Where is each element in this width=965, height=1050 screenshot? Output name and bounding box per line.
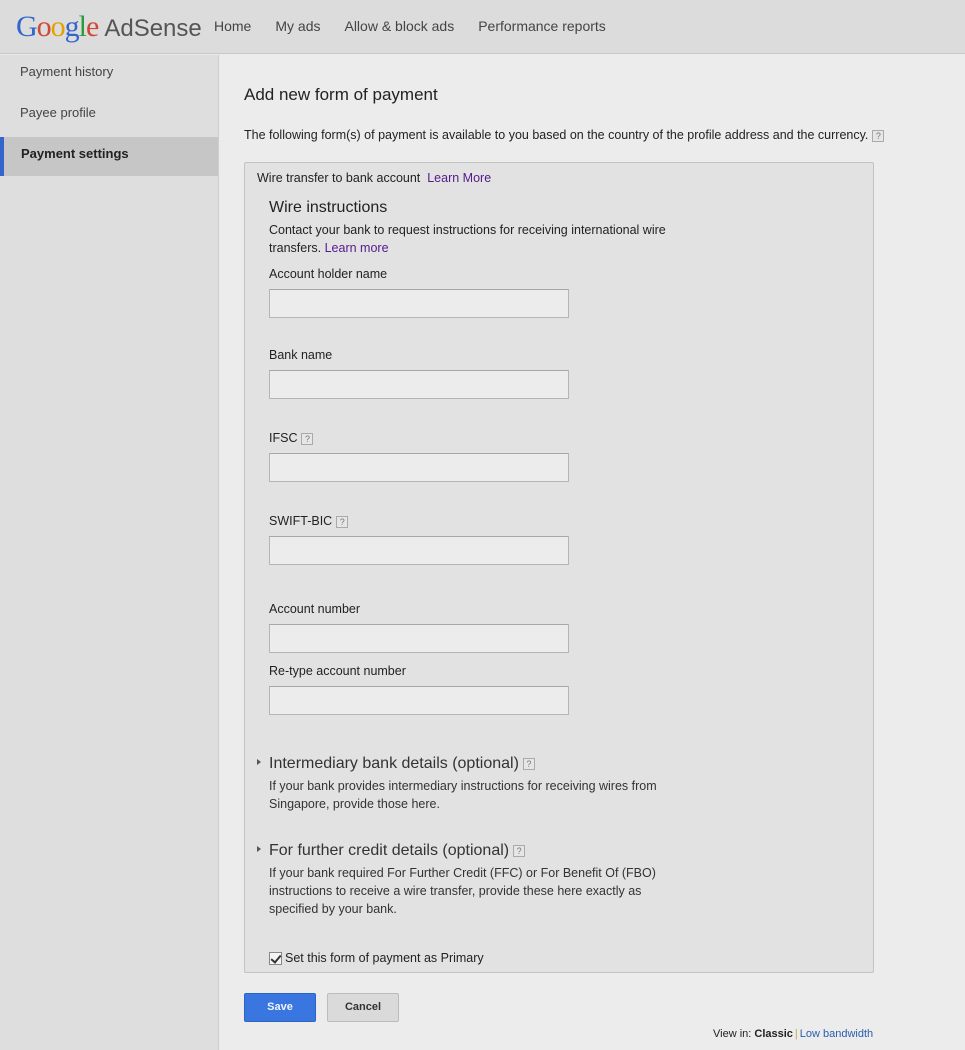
adsense-logo[interactable]: Google AdSense: [16, 10, 202, 44]
top-bar: Google AdSense Home My ads Allow & block…: [0, 0, 965, 54]
sidebar: Payment history Payee profile Payment se…: [0, 55, 219, 1050]
help-icon[interactable]: ?: [872, 129, 885, 142]
primary-payment-row: Set this form of payment as Primary: [269, 951, 484, 965]
account-number-label: Account number: [269, 602, 361, 616]
logo-letter: l: [78, 10, 87, 43]
ifsc-label-row: IFSC?: [269, 431, 314, 445]
logo-letter: o: [50, 10, 66, 43]
expand-triangle-icon[interactable]: [257, 846, 261, 852]
sidebar-item-payment-history[interactable]: Payment history: [0, 55, 218, 94]
primary-payment-checkbox[interactable]: [269, 951, 282, 965]
retype-account-number-label: Re-type account number: [269, 664, 406, 678]
expand-triangle-icon[interactable]: [257, 759, 261, 765]
logo-letter: g: [64, 10, 80, 43]
intermediary-bank-label: Intermediary bank details (optional): [269, 755, 519, 772]
nav-home[interactable]: Home: [214, 18, 251, 34]
nav-my-ads[interactable]: My ads: [275, 18, 320, 34]
main-nav: Home My ads Allow & block ads Performanc…: [214, 18, 630, 34]
retype-account-number-input[interactable]: [269, 686, 569, 715]
footer-separator: |: [794, 1028, 798, 1040]
help-icon[interactable]: ?: [336, 515, 349, 528]
account-holder-name-label: Account holder name: [269, 267, 388, 281]
further-credit-title[interactable]: For further credit details (optional)?: [269, 842, 526, 860]
help-icon[interactable]: ?: [522, 757, 535, 770]
primary-payment-label[interactable]: Set this form of payment as Primary: [285, 951, 484, 965]
account-number-input[interactable]: [269, 624, 569, 653]
help-icon[interactable]: ?: [513, 844, 526, 857]
wire-learn-more-link[interactable]: Learn more: [325, 241, 389, 255]
low-bandwidth-link[interactable]: Low bandwidth: [800, 1028, 873, 1040]
wire-instructions-desc: Contact your bank to request instruction…: [269, 221, 689, 257]
intermediary-bank-desc: If your bank provides intermediary instr…: [269, 779, 657, 811]
classic-view-current: Classic: [754, 1028, 793, 1040]
ifsc-input[interactable]: [269, 453, 569, 482]
intro-text: The following form(s) of payment is avai…: [244, 128, 885, 142]
ifsc-label: IFSC: [269, 431, 298, 445]
account-holder-name-input[interactable]: [269, 289, 569, 318]
logo-letter: G: [16, 10, 38, 43]
logo-letter: o: [36, 10, 52, 43]
nav-performance-reports[interactable]: Performance reports: [478, 18, 606, 34]
save-button[interactable]: Save: [244, 993, 316, 1022]
sidebar-item-payment-settings[interactable]: Payment settings: [0, 137, 218, 176]
nav-allow-block-ads[interactable]: Allow & block ads: [344, 18, 454, 34]
swift-bic-label-row: SWIFT-BIC?: [269, 514, 349, 528]
help-icon[interactable]: ?: [301, 432, 314, 445]
learn-more-link[interactable]: Learn More: [427, 171, 491, 185]
logo-letter: e: [86, 10, 99, 43]
bank-name-label: Bank name: [269, 348, 333, 362]
payment-method-header: Wire transfer to bank account Learn More: [257, 171, 491, 185]
view-in-label: View in:: [713, 1028, 752, 1040]
main-content: Add new form of payment The following fo…: [220, 55, 965, 1050]
product-name: AdSense: [104, 15, 202, 42]
cancel-button[interactable]: Cancel: [327, 993, 399, 1022]
sidebar-item-payee-profile[interactable]: Payee profile: [0, 96, 218, 135]
google-wordmark: Google: [16, 10, 99, 44]
payment-method-panel: Wire transfer to bank account Learn More…: [244, 162, 874, 973]
swift-bic-input[interactable]: [269, 536, 569, 565]
intro-label: The following form(s) of payment is avai…: [244, 128, 869, 142]
wire-instructions-title: Wire instructions: [269, 199, 388, 216]
further-credit-label: For further credit details (optional): [269, 842, 510, 859]
intermediary-bank-title[interactable]: Intermediary bank details (optional)?: [269, 755, 535, 773]
payment-method-name: Wire transfer to bank account: [257, 171, 421, 185]
further-credit-desc: If your bank required For Further Credit…: [269, 866, 656, 916]
swift-bic-label: SWIFT-BIC: [269, 514, 333, 528]
bank-name-input[interactable]: [269, 370, 569, 399]
view-mode-footer: View in: Classic | Low bandwidth: [713, 1028, 873, 1040]
page-title: Add new form of payment: [244, 85, 438, 104]
